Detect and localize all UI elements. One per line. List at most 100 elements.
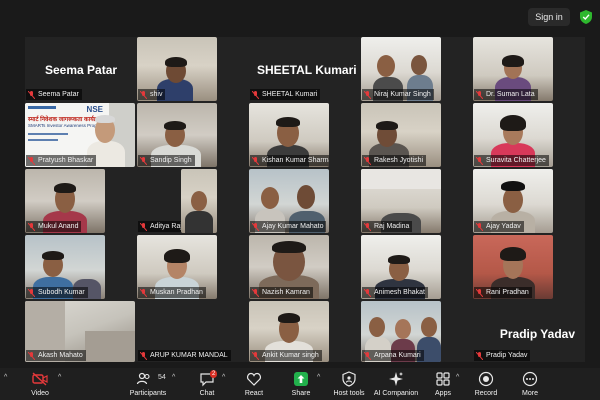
host-tools-label: Host tools <box>333 390 365 397</box>
more-icon <box>522 371 538 387</box>
record-button[interactable]: Record <box>472 368 500 400</box>
participant-name-label: Aditya Raj <box>138 221 185 232</box>
mic-muted-icon <box>476 288 483 297</box>
participant-name-label: Mukul Anand <box>26 221 82 232</box>
mic-muted-icon <box>140 90 147 99</box>
participant-name-label: Seema Patar <box>26 89 82 100</box>
mic-muted-icon <box>252 351 259 360</box>
sign-in-button[interactable]: Sign in <box>528 8 570 26</box>
mic-muted-icon <box>140 288 147 297</box>
ai-companion-button[interactable]: AI Companion <box>372 368 420 400</box>
banner-hindi-text: स्मार्ट निवेशक जागरूकता कार्यक्रम <box>28 117 102 123</box>
host-tools-button[interactable]: Host tools <box>330 368 368 400</box>
participant-tile-niraj-kumar-singh[interactable]: Niraj Kumar Singh <box>361 37 441 101</box>
participant-name-label: Subodh Kumar <box>26 287 88 298</box>
heart-icon <box>247 372 261 386</box>
participant-name-label: Pratyush Bhaskar <box>26 155 97 166</box>
share-options-caret-icon[interactable]: ^ <box>317 374 324 381</box>
meeting-toolbar: Video ^ ^ Participants 54 ^ Chat 2 ^ Rea… <box>0 368 600 400</box>
mic-muted-icon <box>252 156 259 165</box>
participant-tile-subodh-kumar[interactable]: Subodh Kumar <box>25 235 105 299</box>
mic-muted-icon <box>364 222 371 231</box>
participant-name-label: Niraj Kumar Singh <box>362 89 434 100</box>
participant-name-label: Raj Madina <box>362 221 413 232</box>
participant-tile-kishan-kumar-sharma[interactable]: Kishan Kumar Sharma <box>249 103 329 167</box>
participant-tile-nazish-kamran[interactable]: Nazish Kamran <box>249 235 329 299</box>
mic-muted-icon <box>364 90 371 99</box>
video-off-icon <box>32 372 48 386</box>
mic-muted-icon <box>140 222 147 231</box>
participant-tile-arup-kumar-mandal[interactable]: ARUP KUMAR MANDAL <box>137 301 247 362</box>
chat-label: Chat <box>199 390 215 397</box>
participant-name-label: Animesh Bhakat <box>362 287 428 298</box>
chat-button[interactable]: Chat <box>192 368 222 400</box>
participants-icon <box>136 372 150 385</box>
participant-tile-ajay-kumar-mahato[interactable]: Ajay Kumar Mahato <box>249 169 329 233</box>
participant-tile-sheetal-kumari[interactable]: SHEETAL Kumari SHEETAL Kumari <box>249 37 359 101</box>
mic-muted-icon <box>252 288 259 297</box>
meeting-window: Sign in Seema Patar Seema Patar shiv SHE… <box>0 0 600 400</box>
apps-button[interactable]: Apps <box>430 368 456 400</box>
participant-tile-sandip-singh[interactable]: Sandip Singh <box>137 103 217 167</box>
more-label: More <box>522 390 538 397</box>
more-button[interactable]: More <box>516 368 544 400</box>
mic-muted-icon <box>476 156 483 165</box>
mic-muted-icon <box>28 90 35 99</box>
shield-icon <box>342 371 356 387</box>
participant-name-label: SHEETAL Kumari <box>250 89 321 100</box>
apps-options-caret-icon[interactable]: ^ <box>456 374 463 381</box>
participant-name-label: Dr. Suman Lata <box>474 89 538 100</box>
share-button[interactable]: Share <box>287 368 315 400</box>
sparkle-icon <box>389 372 403 386</box>
participant-tile-suravita-chatterjee[interactable]: Suravita Chatterjee <box>473 103 553 167</box>
participants-count: 54 <box>158 374 166 381</box>
participant-tile-suman-lata[interactable]: Dr. Suman Lata <box>473 37 553 101</box>
mic-muted-icon <box>476 222 483 231</box>
participant-name-label: Muskan Pradhan <box>138 287 206 298</box>
react-button[interactable]: React <box>240 368 268 400</box>
participant-tile-raj-madina[interactable]: Raj Madina <box>361 169 441 233</box>
video-label: Video <box>31 390 49 397</box>
video-gallery: Seema Patar Seema Patar shiv SHEETAL Kum… <box>25 37 585 362</box>
participant-tile-pradip-yadav[interactable]: Pradip Yadav Pradip Yadav <box>443 301 585 362</box>
participant-tile-shiv[interactable]: shiv <box>137 37 217 101</box>
participant-name-label: Ajay Kumar Mahato <box>250 221 327 232</box>
mic-muted-icon <box>28 351 35 360</box>
video-button[interactable]: Video <box>24 368 56 400</box>
participant-name-label: Ankit Kumar singh <box>250 350 322 361</box>
audio-options-caret-icon[interactable]: ^ <box>4 374 11 381</box>
ai-companion-label: AI Companion <box>373 390 419 397</box>
participant-name-label: ARUP KUMAR MANDAL <box>138 350 231 361</box>
participant-name-label: Suravita Chatterjee <box>474 155 549 166</box>
mic-muted-icon <box>252 90 259 99</box>
react-label: React <box>244 390 264 397</box>
video-options-caret-icon[interactable]: ^ <box>58 374 65 381</box>
participants-options-caret-icon[interactable]: ^ <box>172 374 179 381</box>
mic-muted-icon <box>476 351 483 360</box>
shield-check-icon[interactable] <box>580 10 592 24</box>
participant-tile-akash-mahato[interactable]: Akash Mahato <box>25 301 135 362</box>
mic-muted-icon <box>28 222 35 231</box>
chat-options-caret-icon[interactable]: ^ <box>222 374 229 381</box>
participant-tile-animesh-bhakat[interactable]: Animesh Bhakat <box>361 235 441 299</box>
participants-label: Participants <box>129 390 167 397</box>
mic-muted-icon <box>140 156 147 165</box>
banner-english-text: SMARTs Investor Awareness Program <box>28 123 105 128</box>
participant-display-name: Seema Patar <box>45 63 118 77</box>
participant-display-name: Pradip Yadav <box>499 327 575 341</box>
participant-tile-ankit-kumar-singh[interactable]: Ankit Kumar singh <box>249 301 329 362</box>
participant-tile-arpana-kumari[interactable]: Arpana Kumari <box>361 301 441 362</box>
participants-button[interactable]: Participants <box>128 368 168 400</box>
mic-muted-icon <box>140 351 147 360</box>
participant-tile-rakesh-jyotishi[interactable]: Rakesh Jyotishi <box>361 103 441 167</box>
participant-tile-ajay-yadav[interactable]: Ajay Yadav <box>473 169 553 233</box>
participant-tile-mukul-anand[interactable]: Mukul Anand <box>25 169 105 233</box>
mic-muted-icon <box>476 90 483 99</box>
participant-tile-muskan-pradhan[interactable]: Muskan Pradhan <box>137 235 217 299</box>
participant-tile-pratyush-bhaskar[interactable]: NSE स्मार्ट निवेशक जागरूकता कार्यक्रम SM… <box>25 103 135 167</box>
apps-icon <box>436 372 450 386</box>
participant-tile-seema-patar[interactable]: Seema Patar Seema Patar <box>25 37 135 101</box>
participant-display-name: SHEETAL Kumari <box>257 63 357 77</box>
participant-name-label: Ajay Yadav <box>474 221 524 232</box>
participant-tile-rani-pradhan[interactable]: Rani Pradhan <box>473 235 553 299</box>
